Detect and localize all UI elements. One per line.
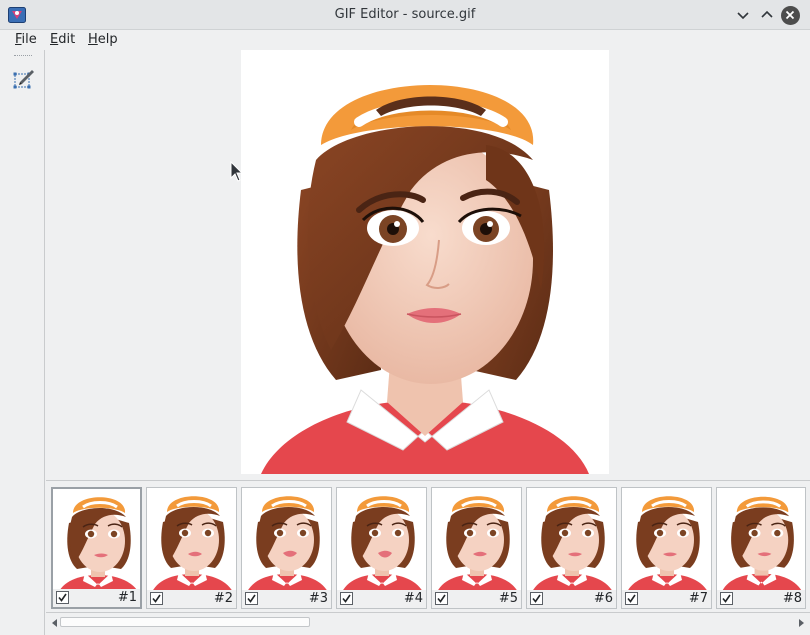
- frame-number-label: #1: [117, 590, 137, 605]
- frame-include-checkbox[interactable]: [340, 592, 353, 605]
- frame-thumbnail[interactable]: #3: [241, 487, 332, 609]
- current-frame-image: [241, 50, 609, 474]
- scroll-right-arrow-icon[interactable]: [795, 617, 807, 629]
- frame-thumbnail-footer: #4: [337, 590, 426, 608]
- frame-thumbnail[interactable]: #7: [621, 487, 712, 609]
- mouse-cursor-icon: [230, 160, 244, 183]
- close-icon: [780, 5, 800, 25]
- frame-thumbnail-image: [242, 488, 331, 592]
- toolbar-grip[interactable]: [14, 55, 32, 58]
- frame-thumbnail-image: [717, 488, 805, 592]
- frame-thumbnail[interactable]: #8: [716, 487, 806, 609]
- menu-help[interactable]: Help: [88, 32, 118, 47]
- frame-number-label: #4: [403, 591, 423, 606]
- frame-thumbnail-image: [432, 488, 521, 592]
- menu-edit[interactable]: Edit: [50, 32, 75, 47]
- frame-include-checkbox[interactable]: [150, 592, 163, 605]
- close-button[interactable]: [780, 5, 800, 25]
- frame-thumbnail[interactable]: #2: [146, 487, 237, 609]
- frame-include-checkbox[interactable]: [56, 591, 69, 604]
- frame-thumbnail-image: [147, 488, 236, 592]
- frame-thumbnail-image: [527, 488, 616, 592]
- scrollbar-handle[interactable]: [60, 617, 310, 627]
- frame-thumbnail[interactable]: #5: [431, 487, 522, 609]
- frame-thumbnail-footer: #3: [242, 590, 331, 608]
- frame-number-label: #7: [688, 591, 708, 606]
- frame-include-checkbox[interactable]: [720, 592, 733, 605]
- frame-number-label: #3: [308, 591, 328, 606]
- frame-thumbnail[interactable]: #4: [336, 487, 427, 609]
- title-bar: GIF Editor - source.gif: [0, 0, 810, 30]
- frame-include-checkbox[interactable]: [245, 592, 258, 605]
- frame-number-label: #2: [213, 591, 233, 606]
- frame-number-label: #6: [593, 591, 613, 606]
- frame-thumbnail-footer: #1: [53, 589, 140, 607]
- window-title: GIF Editor - source.gif: [334, 7, 476, 22]
- minimize-button[interactable]: [733, 5, 753, 25]
- frame-thumbnail-footer: #6: [527, 590, 616, 608]
- menu-bar: File Edit Help: [0, 30, 810, 50]
- frame-thumbnail-footer: #7: [622, 590, 711, 608]
- menu-file[interactable]: File: [15, 32, 37, 47]
- frame-thumbnail-footer: #8: [717, 590, 805, 608]
- maximize-button[interactable]: [757, 5, 777, 25]
- frame-number-label: #5: [498, 591, 518, 606]
- frame-thumbnail-image: [337, 488, 426, 592]
- frames-horizontal-scrollbar[interactable]: [46, 612, 810, 632]
- frame-thumbnail-footer: #5: [432, 590, 521, 608]
- frame-thumbnail-footer: #2: [147, 590, 236, 608]
- frame-thumbnail[interactable]: #6: [526, 487, 617, 609]
- frames-strip: #1 #2 #3 #4 #5 #6 #7 #8: [46, 480, 810, 610]
- frame-include-checkbox[interactable]: [530, 592, 543, 605]
- frame-include-checkbox[interactable]: [625, 592, 638, 605]
- frame-thumbnail-image: [53, 489, 140, 593]
- frame-number-label: #8: [782, 591, 802, 606]
- frame-include-checkbox[interactable]: [435, 592, 448, 605]
- tool-bar: [0, 50, 45, 635]
- frame-thumbnail[interactable]: #1: [51, 487, 142, 609]
- crop-icon[interactable]: [12, 67, 36, 91]
- frame-thumbnail-image: [622, 488, 711, 592]
- frame-canvas[interactable]: [46, 50, 810, 478]
